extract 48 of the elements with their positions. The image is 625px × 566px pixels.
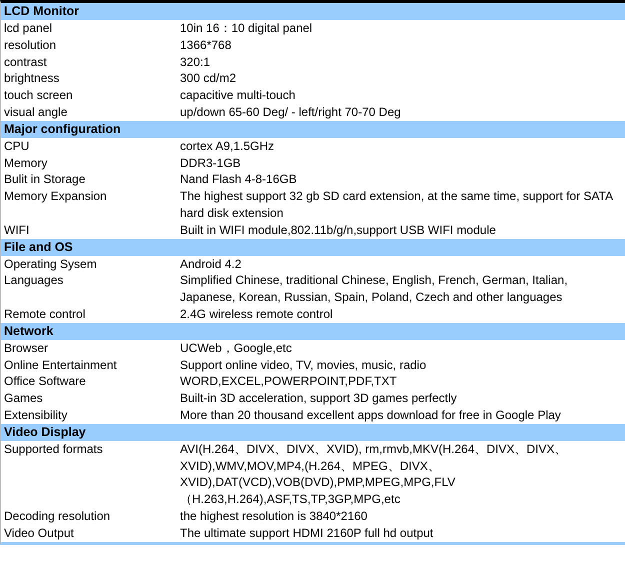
spec-value: More than 20 thousand excellent apps download for free in Google Play: [180, 406, 562, 424]
spec-value: 10in 16：10 digital panel: [180, 20, 314, 37]
spec-label: Browser: [3, 340, 50, 357]
spec-label: Remote control: [3, 306, 86, 323]
spec-value: Support online video, TV, movies, music, radio: [180, 356, 428, 374]
section-header: Major configuration: [1, 120, 625, 138]
section-header: Network: [1, 322, 625, 340]
spec-label: Supported formats: [3, 440, 104, 458]
spec-value: 1366*768: [180, 36, 232, 54]
spec-value: Built-in 3D acceleration, support 3D games perfectly: [180, 390, 458, 407]
spec-label: Decoding resolution: [3, 508, 112, 525]
section-header: File and OS: [1, 238, 625, 256]
spec-value: DDR3-1GB: [180, 154, 242, 172]
spec-value: Simplified Chinese, traditional Chinese, English, French, German, Italian, Japanese, Korean, Russian, Spain, Poland, Czech and other languages: [180, 272, 569, 306]
spec-label: Games: [3, 390, 44, 407]
spec-label: resolution: [3, 36, 58, 54]
section-header: Video Display: [1, 424, 625, 441]
spec-label: visual angle: [3, 104, 68, 121]
spec-value: The ultimate support HDMI 2160P full hd output: [180, 524, 434, 542]
spec-label: Operating Sysem: [3, 256, 98, 272]
spec-label: WIFI: [3, 222, 30, 239]
spec-label: CPU: [3, 138, 30, 155]
spec-value: UCWeb，Google,etc: [180, 340, 293, 357]
spec-label: Online Entertainment: [3, 356, 118, 374]
spec-value: up/down 65-60 Deg/ - left/right 70-70 Deg: [180, 104, 402, 121]
spec-value: 300 cd/m2: [180, 70, 238, 88]
spec-label: Languages: [3, 272, 64, 290]
spec-value: WORD,EXCEL,POWERPOINT,PDF,TXT: [180, 373, 398, 390]
spec-label: Extensibility: [3, 406, 68, 424]
spec-label: touch screen: [3, 87, 74, 104]
spec-label: Video Output: [3, 524, 75, 542]
spec-label: Memory: [3, 154, 48, 172]
spec-value: the highest resolution is 3840*2160: [180, 508, 368, 525]
spec-value: Nand Flash 4-8-16GB: [180, 171, 298, 188]
spec-label: Office Software: [3, 373, 87, 390]
spec-label: Memory Expansion: [3, 188, 108, 206]
spec-label: contrast: [3, 54, 48, 70]
spec-label: brightness: [3, 70, 60, 88]
spec-value: 320:1: [180, 54, 212, 70]
spec-value: Android 4.2: [180, 256, 242, 272]
spec-value: The highest support 32 gb SD card extension, at the same time, support for SATA hard disk extension: [180, 188, 614, 222]
spec-value: Built in WIFI module,802.11b/g/n,support USB WIFI module: [180, 222, 497, 239]
spec-label: Bulit in Storage: [3, 171, 86, 188]
spec-label: lcd panel: [3, 20, 54, 37]
spec-value: cortex A9,1.5GHz: [180, 138, 276, 155]
spec-value: 2.4G wireless remote control: [180, 306, 334, 323]
spec-value: capacitive multi-touch: [180, 87, 296, 104]
section-header: LCD Monitor: [1, 3, 625, 20]
